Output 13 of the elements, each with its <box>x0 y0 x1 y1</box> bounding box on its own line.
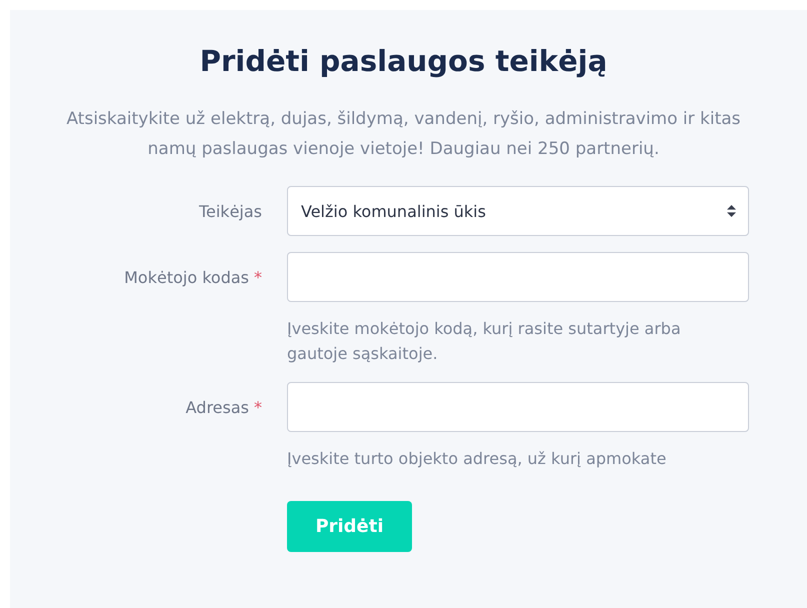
provider-select[interactable]: Velžio komunalinis ūkis <box>287 186 749 236</box>
field-label: Teikėjas <box>198 202 262 220</box>
page-title: Pridėti paslaugos teikėją <box>198 44 608 78</box>
updown-icon <box>727 205 736 217</box>
input-field[interactable] <box>287 252 749 302</box>
required-marker: * <box>254 268 262 286</box>
field-label: Mokėtojo kodas <box>124 268 249 286</box>
help-text: Įveskite turto objekto adresą, už kurį apmokate <box>287 448 668 470</box>
help-text: Įveskite mokėtojo kodą, kurį rasite sutartyje arba gautoje sąskaitoje. <box>287 318 682 365</box>
description: Atsiskaitykite už elektrą, dujas, šildymą, vandenį, ryšio, administravimo ir kitas namų paslaugas vienoje vietoje! Daugiau nei 250 partnerių. <box>65 108 742 161</box>
required-marker: * <box>254 398 262 416</box>
input-field[interactable] <box>287 382 749 432</box>
field-label: Adresas <box>186 398 249 416</box>
